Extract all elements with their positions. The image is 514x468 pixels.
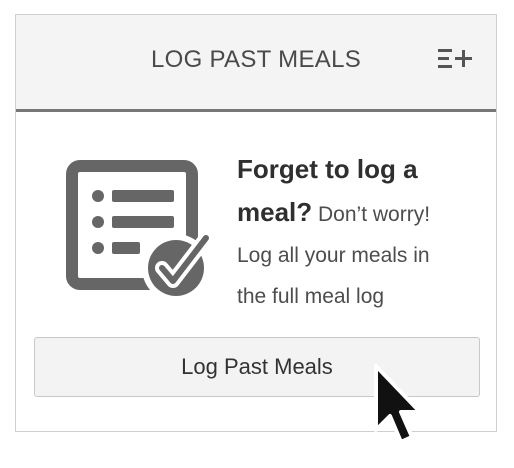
list-add-icon[interactable] bbox=[436, 43, 476, 75]
log-past-meals-button[interactable]: Log Past Meals bbox=[34, 337, 480, 397]
card-header: LOG PAST MEALS bbox=[16, 15, 496, 112]
promo-line-2: meal? Don’t worry! bbox=[237, 192, 499, 235]
promo-reassurance: Don’t worry! bbox=[318, 203, 431, 226]
promo-heading-part-2: meal? bbox=[237, 197, 313, 227]
promo-heading-part-1: Forget to log a bbox=[237, 154, 418, 184]
promo-text: Forget to log a meal? Don’t worry! Log a… bbox=[237, 149, 499, 317]
promo-line-4: the full meal log bbox=[237, 285, 385, 308]
promo-line-3: Log all your meals in bbox=[237, 244, 430, 267]
page-title: LOG PAST MEALS bbox=[150, 46, 362, 73]
checklist-check-icon bbox=[66, 160, 214, 310]
promo-line-1: Forget to log a bbox=[237, 149, 499, 192]
log-past-meals-card: LOG PAST MEALS Forget to log a meal? Don… bbox=[15, 14, 497, 432]
